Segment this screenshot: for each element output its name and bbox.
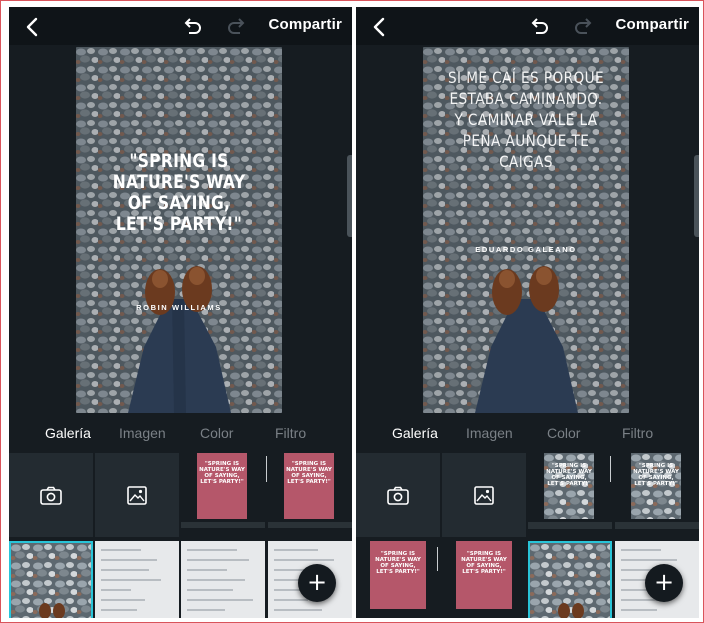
design-canvas[interactable]: SI ME CAÍ ES PORQUE ESTABA CAMINANDO. Y …	[423, 47, 629, 413]
scroll-handle[interactable]	[347, 155, 352, 237]
thumb-caption: "SPRING IS NATURE'S WAY OF SAYING, LET'S…	[286, 461, 332, 485]
redo-icon[interactable]	[226, 18, 248, 36]
thumb-toolbar	[268, 522, 352, 528]
image-icon	[127, 486, 147, 505]
top-bar: Compartir	[356, 7, 699, 45]
divider	[266, 456, 267, 482]
tab-imagen[interactable]: Imagen	[466, 425, 513, 441]
add-button[interactable]: +	[645, 564, 683, 602]
thumb-toolbar	[615, 522, 699, 529]
undo-icon[interactable]	[528, 18, 550, 36]
tab-galeria[interactable]: Galería	[392, 425, 438, 441]
gallery-thumb-spring-2[interactable]: "SPRING IS NATURE'S WAY OF SAYING, LET'S…	[268, 453, 352, 537]
gallery-thumb-settings-2[interactable]	[181, 541, 265, 618]
quote-text[interactable]: SI ME CAÍ ES PORQUE ESTABA CAMINANDO. Y …	[445, 67, 607, 172]
gallery-thumb-spring-1[interactable]: "SPRING IS NATURE'S WAY OF SAYING, LET'S…	[356, 541, 440, 618]
pebbles-thumb	[530, 543, 610, 618]
thumb-caption: "SPRING IS NATURE'S WAY OF SAYING, LET'S…	[546, 463, 592, 487]
share-button[interactable]: Compartir	[616, 16, 689, 33]
top-bar: Compartir	[9, 7, 352, 45]
thumb-caption: "SPRING IS NATURE'S WAY OF SAYING, LET'S…	[633, 463, 679, 487]
back-arrow-icon[interactable]	[368, 15, 392, 39]
gallery-thumb-pebbles-spring-2[interactable]: "SPRING IS NATURE'S WAY OF SAYING, LET'S…	[615, 453, 699, 537]
gallery-thumb-spring-1[interactable]: "SPRING IS NATURE'S WAY OF SAYING, LET'S…	[181, 453, 265, 537]
redo-icon[interactable]	[573, 18, 595, 36]
undo-icon[interactable]	[181, 18, 203, 36]
image-tile[interactable]	[95, 453, 179, 537]
image-tile[interactable]	[442, 453, 526, 537]
plus-icon: +	[306, 568, 328, 596]
camera-icon	[387, 486, 409, 505]
gallery-thumb-pebbles[interactable]	[9, 541, 93, 618]
thumb-toolbar	[528, 522, 612, 529]
thumb-caption: "SPRING IS NATURE'S WAY OF SAYING, LET'S…	[375, 551, 421, 575]
thumb-caption: "SPRING IS NATURE'S WAY OF SAYING, LET'S…	[461, 551, 507, 575]
camera-tile[interactable]	[356, 453, 440, 537]
pebbles-thumb	[11, 543, 91, 618]
camera-icon	[40, 486, 62, 505]
gallery-thumb-pebbles[interactable]	[528, 541, 612, 618]
camera-tile[interactable]	[9, 453, 93, 537]
tab-color[interactable]: Color	[200, 425, 233, 441]
bottom-tabs: Galería Imagen Color Filtro	[9, 425, 352, 445]
tab-color[interactable]: Color	[547, 425, 580, 441]
share-button[interactable]: Compartir	[269, 16, 342, 33]
editor-screen-left: Compartir "SPRING IS NATURE'S WAY OF SAY…	[9, 7, 352, 618]
tab-filtro[interactable]: Filtro	[275, 425, 306, 441]
bottom-tabs: Galería Imagen Color Filtro	[356, 425, 699, 445]
thumb-toolbar	[181, 522, 265, 528]
divider	[610, 456, 611, 482]
design-canvas[interactable]: "SPRING IS NATURE'S WAY OF SAYING, LET'S…	[76, 47, 282, 413]
tab-filtro[interactable]: Filtro	[622, 425, 653, 441]
screenshot-frame: Compartir "SPRING IS NATURE'S WAY OF SAY…	[0, 0, 704, 623]
image-icon	[474, 486, 494, 505]
quote-text[interactable]: "SPRING IS NATURE'S WAY OF SAYING, LET'S…	[101, 151, 257, 235]
thumb-caption: "SPRING IS NATURE'S WAY OF SAYING, LET'S…	[199, 461, 245, 485]
tab-galeria[interactable]: Galería	[45, 425, 91, 441]
back-arrow-icon[interactable]	[21, 15, 45, 39]
add-button[interactable]: +	[298, 564, 336, 602]
gallery-thumb-spring-2[interactable]: "SPRING IS NATURE'S WAY OF SAYING, LET'S…	[442, 541, 526, 618]
gallery-thumb-pebbles-spring[interactable]: "SPRING IS NATURE'S WAY OF SAYING, LET'S…	[528, 453, 612, 537]
editor-screen-right: Compartir SI ME CAÍ ES PORQUE ESTABA CAM…	[356, 7, 699, 618]
quote-author[interactable]: EDUARDO GALEANO	[423, 245, 629, 254]
tab-imagen[interactable]: Imagen	[119, 425, 166, 441]
plus-icon: +	[653, 568, 675, 596]
gallery-thumb-settings-1[interactable]	[95, 541, 179, 618]
scroll-handle[interactable]	[694, 155, 699, 237]
quote-author[interactable]: ROBIN WILLIAMS	[76, 303, 282, 312]
divider	[437, 547, 438, 571]
